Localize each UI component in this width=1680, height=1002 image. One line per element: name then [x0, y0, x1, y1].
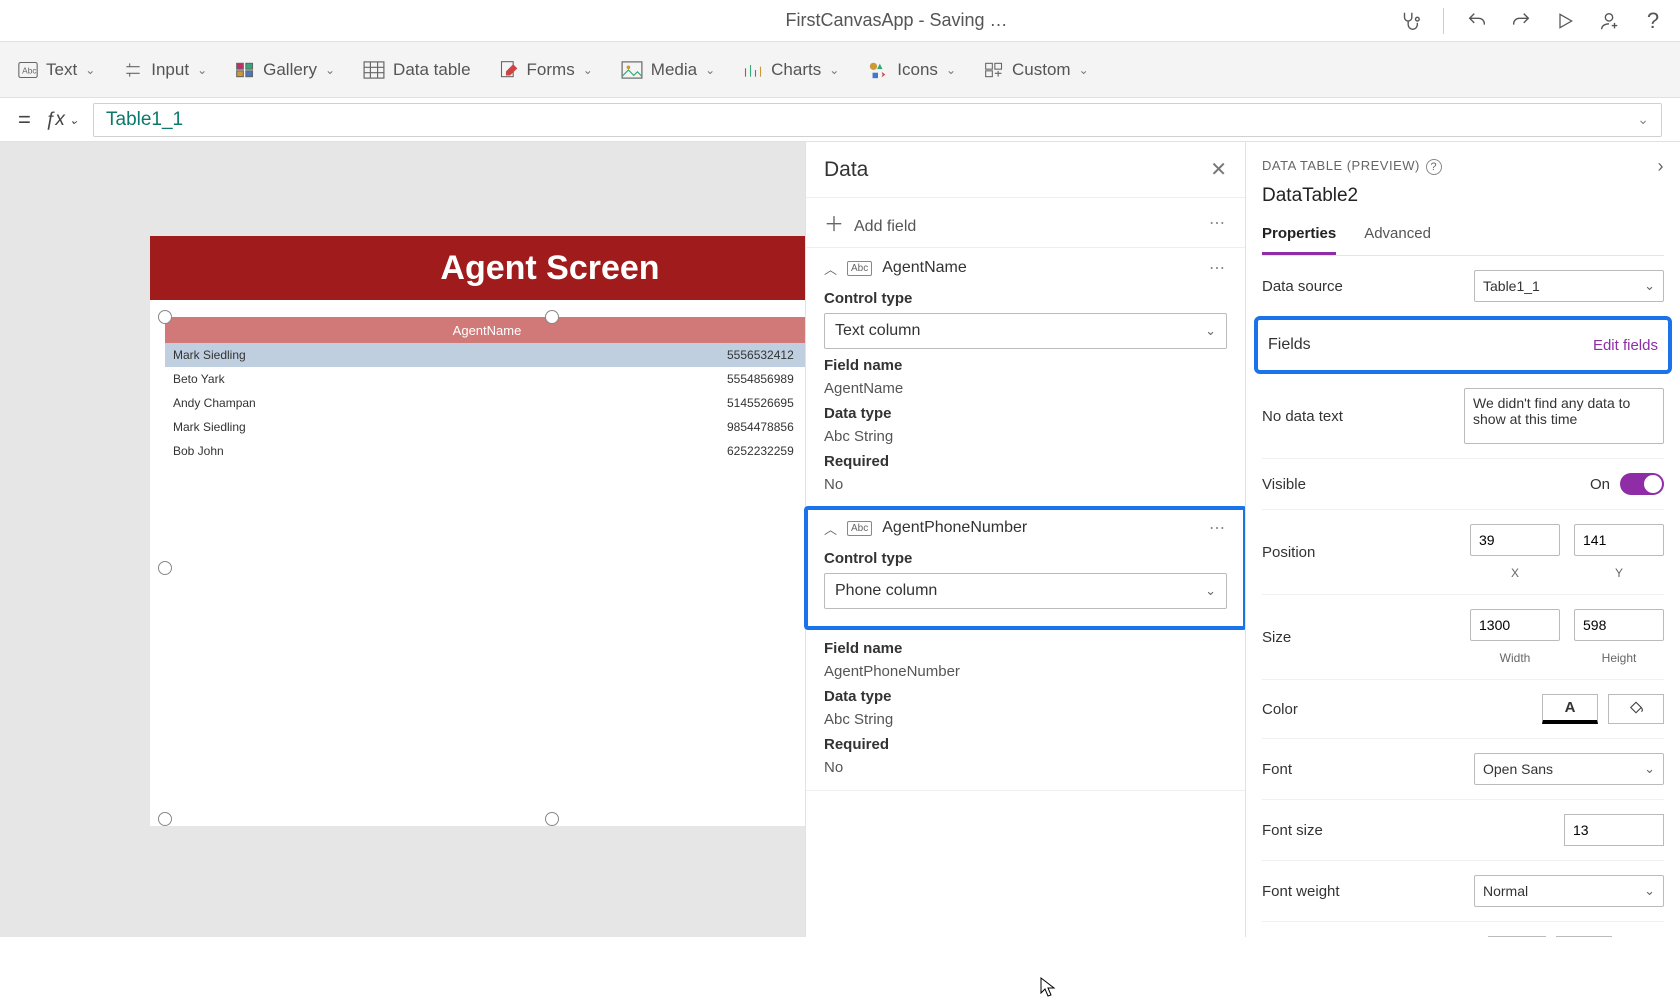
prop-label: Visible [1262, 476, 1306, 493]
prop-label: Font weight [1262, 883, 1340, 900]
prop-label: Color [1262, 701, 1298, 718]
abc-icon: Abc [824, 711, 850, 728]
undo-icon[interactable] [1466, 10, 1488, 32]
insert-ribbon: AbcText⌄ Input⌄ Gallery⌄ Data table Form… [0, 42, 1680, 98]
property-tabs: Properties Advanced [1262, 219, 1664, 256]
cursor-icon [1040, 977, 1056, 1002]
info-icon[interactable]: ? [1426, 159, 1442, 175]
ribbon-media[interactable]: Media⌄ [621, 60, 715, 80]
chevron-up-icon[interactable]: ︿ [824, 259, 837, 278]
more-icon[interactable]: ⋯ [1209, 518, 1227, 538]
field-block-agentname: ︿ Abc AgentName ⋯ Control type Text colu… [806, 248, 1245, 508]
ribbon-forms[interactable]: Forms⌄ [499, 60, 593, 80]
panel-header: DATA TABLE (PREVIEW) [1262, 158, 1420, 173]
ribbon-input[interactable]: Input⌄ [123, 60, 207, 80]
abc-icon: Abc [824, 428, 850, 445]
edit-fields-link[interactable]: Edit fields [1593, 337, 1658, 354]
help-icon[interactable]: ? [1642, 10, 1664, 32]
ribbon-charts[interactable]: Charts⌄ [743, 60, 839, 80]
close-icon[interactable]: ✕ [1210, 157, 1227, 182]
field-block-agentphonenumber: ︿ Abc AgentPhoneNumber ⋯ Control type Ph… [806, 508, 1245, 628]
prop-label: Fields [1268, 336, 1311, 354]
play-icon[interactable] [1554, 10, 1576, 32]
equals-icon: = [18, 107, 31, 133]
abc-icon: Abc [847, 521, 872, 536]
prop-label: Font [1262, 761, 1292, 778]
prop-label: Position [1262, 544, 1315, 561]
pos-y-input[interactable] [1574, 524, 1664, 556]
more-icon[interactable]: ⋯ [1209, 213, 1227, 233]
fill-color-button[interactable] [1608, 694, 1664, 724]
ribbon-datatable[interactable]: Data table [363, 60, 471, 80]
plus-icon: ＋ [824, 214, 844, 236]
visible-toggle[interactable] [1620, 473, 1664, 495]
svg-text:Abc: Abc [22, 65, 36, 75]
prop-label: Size [1262, 629, 1291, 646]
chevron-down-icon: ⌄ [1205, 323, 1216, 339]
font-size-input[interactable] [1564, 814, 1664, 846]
title-bar: FirstCanvasApp - Saving … ? [0, 0, 1680, 42]
chevron-up-icon[interactable]: ︿ [824, 519, 837, 538]
app-title: FirstCanvasApp - Saving … [16, 10, 1377, 31]
prop-label: Font size [1262, 822, 1323, 839]
prop-label: Data source [1262, 278, 1343, 295]
data-panel-title: Data [824, 158, 868, 182]
add-field-button[interactable]: ＋Add field ⋯ [806, 198, 1245, 248]
redo-icon[interactable] [1510, 10, 1532, 32]
control-name: DataTable2 [1262, 185, 1664, 207]
fx-label[interactable]: ƒx⌄ [45, 109, 79, 131]
field-block-agentphonenumber-cont: Field name AgentPhoneNumber Data type Ab… [806, 628, 1245, 791]
tab-properties[interactable]: Properties [1262, 219, 1336, 255]
font-select[interactable]: Open Sans⌄ [1474, 753, 1664, 785]
properties-panel: DATA TABLE (PREVIEW)? › DataTable2 Prope… [1245, 142, 1680, 937]
ribbon-text[interactable]: AbcText⌄ [18, 60, 95, 80]
formula-bar: = ƒx⌄ Table1_1 ⌄ [0, 98, 1680, 142]
formula-input[interactable]: Table1_1 ⌄ [93, 103, 1662, 137]
field-title: AgentPhoneNumber [882, 519, 1027, 537]
tab-advanced[interactable]: Advanced [1364, 219, 1431, 255]
control-type-select[interactable]: Phone column ⌄ [824, 573, 1227, 609]
chevron-down-icon: ⌄ [1205, 583, 1216, 599]
field-title: AgentName [882, 259, 967, 277]
prop-label: No data text [1262, 408, 1343, 425]
abc-icon: Abc [847, 261, 872, 276]
height-input[interactable] [1574, 609, 1664, 641]
formula-expand-icon[interactable]: ⌄ [1637, 111, 1649, 128]
pos-x-input[interactable] [1470, 524, 1560, 556]
fields-row: Fields Edit fields [1258, 320, 1668, 370]
ribbon-custom[interactable]: Custom⌄ [984, 60, 1089, 80]
chevron-right-icon[interactable]: › [1658, 156, 1665, 177]
no-data-text-input[interactable]: We didn't find any data to show at this … [1464, 388, 1664, 444]
ribbon-gallery[interactable]: Gallery⌄ [235, 60, 335, 80]
stethoscope-icon[interactable] [1399, 10, 1421, 32]
ribbon-icons[interactable]: Icons⌄ [867, 60, 956, 80]
width-input[interactable] [1470, 609, 1560, 641]
workspace: Agent Screen AgentName Ag Mark Siedling … [0, 142, 1680, 937]
control-type-select[interactable]: Text column ⌄ [824, 313, 1227, 349]
share-icon[interactable] [1598, 10, 1620, 32]
canvas-area: Agent Screen AgentName Ag Mark Siedling … [20, 142, 1680, 937]
data-panel: Data ✕ ＋Add field ⋯ ︿ Abc AgentName ⋯ Co… [805, 142, 1245, 937]
more-icon[interactable]: ⋯ [1209, 258, 1227, 278]
col-header[interactable]: AgentName [165, 317, 809, 343]
data-source-select[interactable]: Table1_1⌄ [1474, 270, 1664, 302]
font-color-button[interactable]: A [1542, 694, 1598, 724]
font-weight-select[interactable]: Normal⌄ [1474, 875, 1664, 907]
